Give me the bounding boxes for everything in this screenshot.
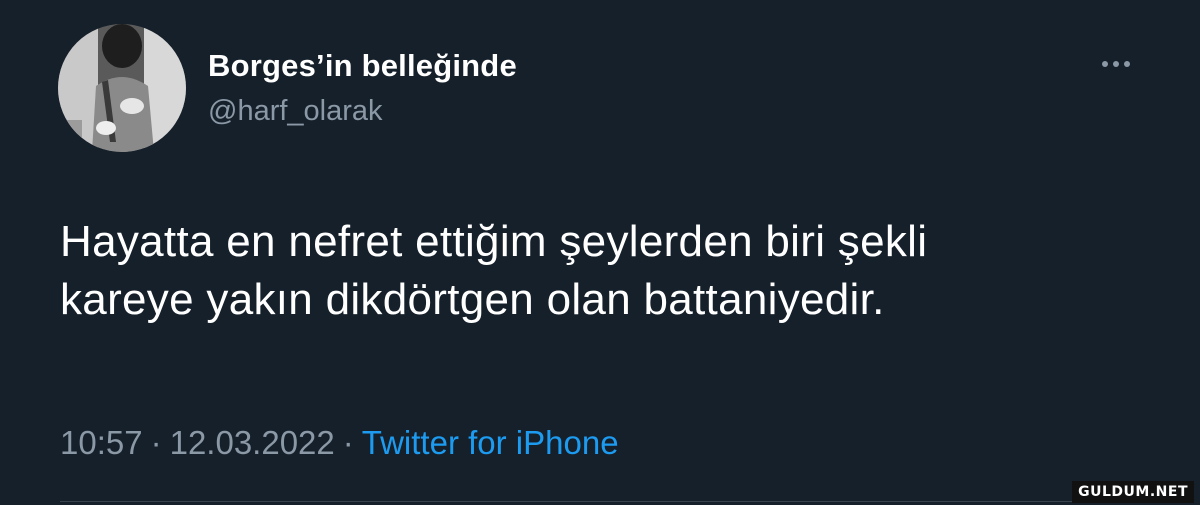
- watermark: GULDUM.NET: [1072, 481, 1194, 503]
- avatar[interactable]: [58, 24, 186, 152]
- tweet-source-link[interactable]: Twitter for iPhone: [362, 424, 619, 461]
- tweet-date[interactable]: 12.03.2022: [170, 424, 335, 461]
- avatar-photo: [58, 24, 186, 152]
- more-horizontal-icon: [1124, 61, 1130, 67]
- meta-separator: ·: [150, 424, 162, 461]
- more-options-button[interactable]: [1092, 52, 1140, 76]
- tweet-meta: 10:57 · 12.03.2022 · Twitter for iPhone: [60, 424, 619, 462]
- author-display-name[interactable]: Borges’in belleğinde: [208, 48, 517, 84]
- more-horizontal-icon: [1102, 61, 1108, 67]
- meta-separator: ·: [342, 424, 354, 461]
- tweet-text-line: kareye yakın dikdörtgen olan battaniyedi…: [60, 275, 885, 324]
- more-horizontal-icon: [1113, 61, 1119, 67]
- tweet-time[interactable]: 10:57: [60, 424, 143, 461]
- tweet-card: Borges’in belleğinde @harf_olarak Hayatt…: [0, 0, 1200, 505]
- divider: [60, 501, 1140, 502]
- tweet-text: Hayatta en nefret ettiğim şeylerden biri…: [60, 213, 1160, 329]
- tweet-text-line: Hayatta en nefret ettiğim şeylerden biri…: [60, 217, 928, 266]
- author-handle[interactable]: @harf_olarak: [208, 95, 383, 128]
